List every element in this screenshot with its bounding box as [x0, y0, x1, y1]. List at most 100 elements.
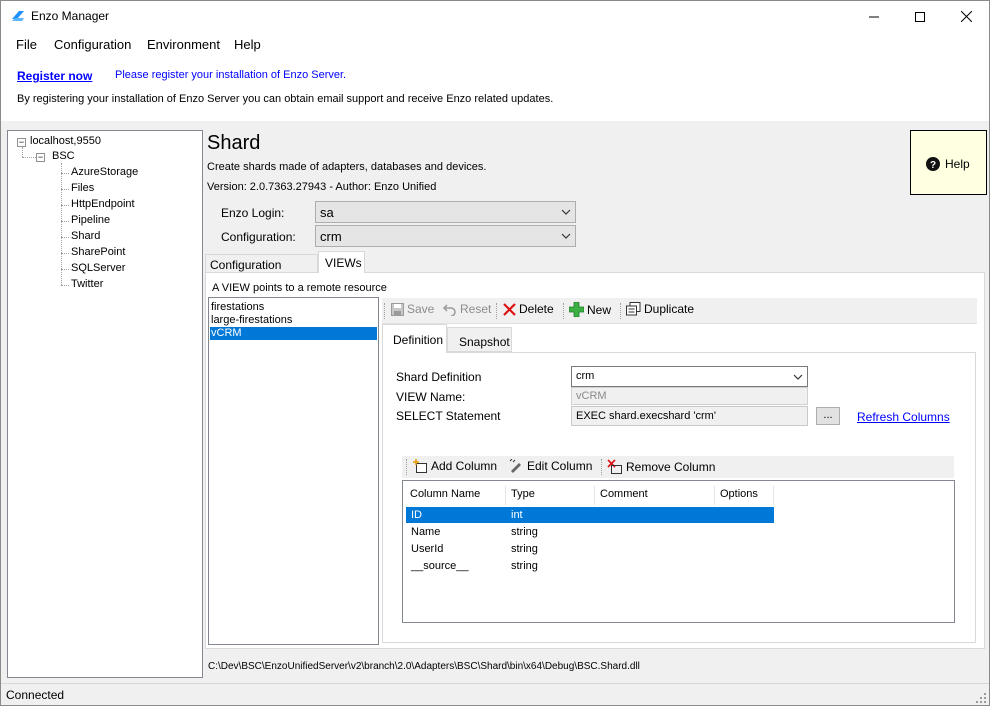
registration-description: By registering your installation of Enzo…	[17, 93, 554, 105]
cell-type: int	[511, 509, 523, 521]
table-row[interactable]: __source__ string	[406, 558, 774, 574]
edit-column-icon	[509, 459, 521, 473]
configuration-value: crm	[320, 229, 342, 244]
save-button[interactable]: Save	[391, 302, 434, 316]
duplicate-label: Duplicate	[644, 302, 695, 316]
column-header-name[interactable]: Column Name	[405, 486, 506, 505]
help-button[interactable]: ? Help	[910, 130, 987, 195]
registration-banner: Register now Please register your instal…	[1, 56, 989, 121]
new-button[interactable]: New	[569, 302, 611, 317]
menu-bar: File Configuration Environment Help	[1, 32, 989, 56]
edit-column-button[interactable]: Edit Column	[509, 459, 592, 473]
cell-type: string	[511, 560, 538, 572]
table-row[interactable]: UserId string	[406, 541, 774, 557]
save-label: Save	[407, 302, 435, 316]
tree-node-files[interactable]: Files	[71, 182, 94, 194]
page-title: Shard	[207, 132, 261, 154]
edit-column-label: Edit Column	[527, 459, 593, 473]
cell-column-name: __source__	[411, 560, 469, 572]
status-bar: Connected	[1, 683, 989, 705]
resize-grip-icon[interactable]	[975, 692, 987, 704]
column-header-comment[interactable]: Comment	[595, 486, 715, 505]
status-text: Connected	[6, 688, 65, 702]
cell-column-name: ID	[411, 509, 422, 521]
columns-toolbar: Add Column Edit Column Remove Column	[402, 456, 954, 478]
browse-button[interactable]: ...	[816, 407, 840, 425]
tree-node-azurestorage[interactable]: AzureStorage	[71, 166, 138, 178]
tab-configuration-settings[interactable]: Configuration Settings	[205, 254, 318, 286]
new-label: New	[587, 302, 612, 317]
tree-node-pipeline[interactable]: Pipeline	[71, 214, 110, 226]
list-item[interactable]: large-firestations	[211, 314, 292, 327]
duplicate-icon	[626, 302, 641, 316]
collapse-icon[interactable]: −	[17, 138, 26, 147]
refresh-columns-link[interactable]: Refresh Columns	[857, 410, 950, 424]
assembly-path: C:\Dev\BSC\EnzoUnifiedServer\v2\branch\2…	[208, 661, 640, 672]
list-item[interactable]: firestations	[211, 301, 264, 314]
delete-label: Delete	[519, 302, 554, 316]
version-info: Version: 2.0.7363.27943 - Author: Enzo U…	[207, 181, 437, 193]
cell-column-name: Name	[411, 526, 441, 538]
remove-column-button[interactable]: Remove Column	[607, 459, 715, 474]
column-header-options[interactable]: Options	[715, 486, 774, 505]
select-statement-value: EXEC shard.execshard 'crm'	[576, 410, 716, 422]
chevron-down-icon	[561, 233, 571, 239]
add-column-icon	[413, 459, 427, 473]
server-tree: − localhost,9550 − BSC AzureStorage File…	[7, 130, 203, 678]
tab-snapshot[interactable]: Snapshot	[447, 327, 512, 352]
menu-help[interactable]: Help	[234, 37, 261, 52]
menu-environment[interactable]: Environment	[147, 37, 220, 52]
app-logo-icon	[12, 11, 24, 21]
chevron-down-icon	[793, 374, 803, 380]
view-name-label: VIEW Name:	[396, 390, 466, 404]
enzo-login-value: sa	[320, 205, 334, 220]
maximize-button[interactable]	[897, 1, 943, 32]
duplicate-button[interactable]: Duplicate	[626, 302, 694, 316]
select-statement-field[interactable]: EXEC shard.execshard 'crm'	[571, 406, 808, 426]
shard-definition-select[interactable]: crm	[571, 366, 808, 387]
configuration-label: Configuration:	[221, 230, 296, 244]
app-window: Enzo Manager File Configuration Environm…	[0, 0, 990, 706]
table-row[interactable]: Name string	[406, 524, 774, 540]
help-icon: ?	[926, 157, 940, 171]
register-now-link[interactable]: Register now	[17, 69, 92, 83]
tab-definition[interactable]: Definition	[382, 324, 447, 353]
delete-button[interactable]: Delete	[503, 302, 554, 316]
tree-node-server[interactable]: localhost,9550	[30, 135, 101, 147]
tree-node-bsc[interactable]: BSC	[52, 150, 75, 162]
tree-node-httpendpoint[interactable]: HttpEndpoint	[71, 198, 135, 210]
tree-node-shard[interactable]: Shard	[71, 230, 100, 242]
column-header-type[interactable]: Type	[506, 486, 595, 505]
cell-type: string	[511, 543, 538, 555]
minimize-button[interactable]	[851, 1, 897, 32]
list-item-selected[interactable]: vCRM	[210, 327, 377, 340]
columns-grid[interactable]: Column Name Type Comment Options ID int …	[402, 480, 955, 623]
tree-node-sharepoint[interactable]: SharePoint	[71, 246, 125, 258]
registration-message: Please register your installation of Enz…	[115, 69, 347, 81]
save-icon	[391, 302, 404, 316]
page-subtitle: Create shards made of adapters, database…	[207, 161, 487, 173]
tree-node-twitter[interactable]: Twitter	[71, 278, 103, 290]
menu-file[interactable]: File	[16, 37, 37, 52]
add-column-button[interactable]: Add Column	[413, 459, 497, 473]
list-item-label: vCRM	[211, 327, 242, 339]
enzo-login-select[interactable]: sa	[315, 201, 576, 223]
views-list[interactable]: firestations large-firestations vCRM	[208, 297, 379, 645]
add-column-label: Add Column	[431, 459, 498, 473]
tree-node-sqlserver[interactable]: SQLServer	[71, 262, 125, 274]
reset-label: Reset	[460, 302, 492, 316]
plus-icon	[569, 302, 584, 317]
tab-views[interactable]: VIEWs	[318, 251, 365, 273]
menu-configuration[interactable]: Configuration	[54, 37, 131, 52]
shard-definition-value: crm	[576, 370, 595, 382]
shard-definition-label: Shard Definition	[396, 370, 482, 384]
delete-icon	[503, 302, 516, 316]
close-button[interactable]	[943, 1, 989, 32]
title-bar: Enzo Manager	[1, 1, 989, 32]
chevron-down-icon	[561, 209, 571, 215]
configuration-select[interactable]: crm	[315, 225, 576, 247]
table-row[interactable]: ID int	[406, 507, 774, 523]
collapse-icon[interactable]: −	[36, 153, 45, 162]
reset-button[interactable]: Reset	[443, 302, 491, 316]
svg-text:?: ?	[930, 160, 936, 171]
